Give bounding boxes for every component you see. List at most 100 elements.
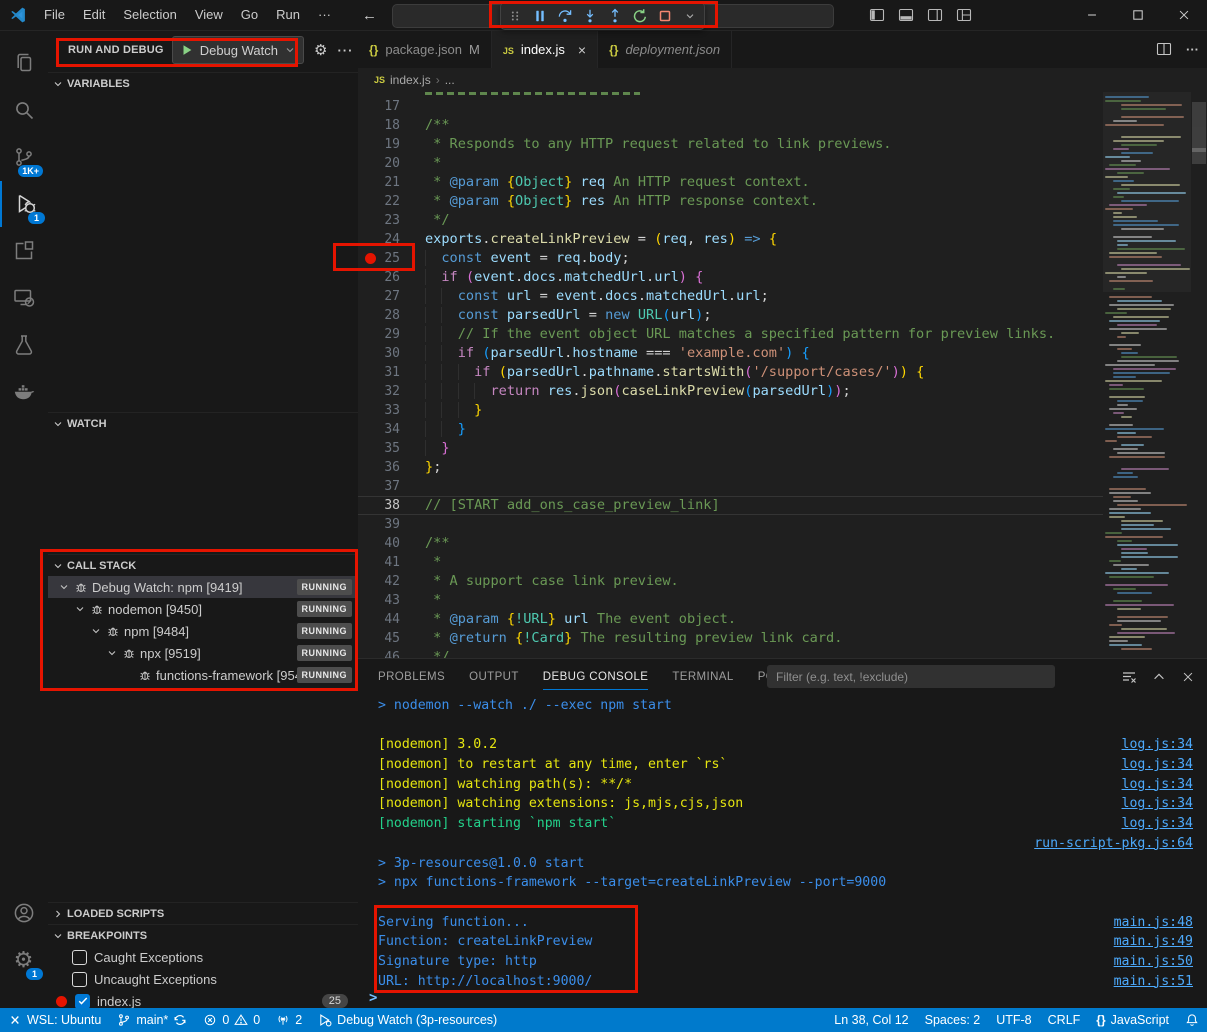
maximize-panel-icon[interactable] xyxy=(1152,670,1166,684)
code-line-17[interactable]: 17 xyxy=(358,97,1103,116)
menu-Selection[interactable]: Selection xyxy=(114,0,185,30)
gutter[interactable]: 44 xyxy=(358,610,425,629)
code-line-31[interactable]: 31 if (parsedUrl.pathname.startsWith('/s… xyxy=(358,363,1103,382)
close-tab-icon[interactable]: × xyxy=(578,43,586,57)
launch-config-dropdown[interactable]: Debug Watch xyxy=(172,36,304,64)
gutter[interactable]: 43 xyxy=(358,591,425,610)
panel-tab-output[interactable]: OUTPUT xyxy=(469,659,519,694)
breakpoint-row[interactable]: Caught Exceptions xyxy=(48,946,358,968)
activity-run-and-debug[interactable]: 1 xyxy=(0,181,49,227)
code-line-28[interactable]: 28 const parsedUrl = new URL(url); xyxy=(358,306,1103,325)
gutter[interactable]: 32 xyxy=(358,382,425,401)
code-line-19[interactable]: 19 * Responds to any HTTP request relate… xyxy=(358,135,1103,154)
step-into-button[interactable] xyxy=(581,6,599,26)
gutter[interactable]: 23 xyxy=(358,211,425,230)
gutter[interactable]: 28 xyxy=(358,306,425,325)
statusbar-eol[interactable]: CRLF xyxy=(1040,1008,1089,1032)
panel-tab-terminal[interactable]: TERMINAL xyxy=(672,659,733,694)
menu-View[interactable]: View xyxy=(186,0,232,30)
panel-tab-debug-console[interactable]: DEBUG CONSOLE xyxy=(543,659,649,694)
scrollbar-thumb[interactable] xyxy=(1192,102,1206,164)
gutter[interactable]: 19 xyxy=(358,135,425,154)
section-breakpoints[interactable]: BREAKPOINTS xyxy=(48,924,358,947)
breakpoint-checkbox[interactable] xyxy=(72,950,87,965)
gutter[interactable]: 21 xyxy=(358,173,425,192)
menu-Run[interactable]: Run xyxy=(267,0,309,30)
step-over-button[interactable] xyxy=(556,6,574,26)
activity-explorer[interactable] xyxy=(0,40,47,86)
activity-docker[interactable] xyxy=(0,369,47,415)
gutter[interactable]: 40 xyxy=(358,534,425,553)
statusbar-branch-status[interactable]: main* xyxy=(109,1008,195,1032)
source-link[interactable]: main.js:51 xyxy=(1114,972,1193,992)
stop-button[interactable] xyxy=(656,6,674,26)
code-line-37[interactable]: 37 xyxy=(358,477,1103,496)
code-line-39[interactable]: 39 xyxy=(358,515,1103,534)
section-loaded-scripts[interactable]: LOADED SCRIPTS xyxy=(48,902,358,925)
code-line-22[interactable]: 22 * @param {Object} res An HTTP respons… xyxy=(358,192,1103,211)
code-line-45[interactable]: 45 * @return {!Card} The resulting previ… xyxy=(358,629,1103,648)
gutter[interactable]: 24 xyxy=(358,230,425,249)
code-line-33[interactable]: 33 } xyxy=(358,401,1103,420)
clear-console-icon[interactable] xyxy=(1121,669,1137,685)
activity-remote-explorer[interactable] xyxy=(0,275,47,321)
gutter[interactable]: 26 xyxy=(358,268,425,287)
debug-settings-gear-icon[interactable]: ⚙ xyxy=(314,41,327,59)
gutter[interactable]: 39 xyxy=(358,515,425,534)
breakpoint-row[interactable]: index.js 25 xyxy=(48,990,358,1008)
code-line-34[interactable]: 34 } xyxy=(358,420,1103,439)
breakpoint-row[interactable]: Uncaught Exceptions xyxy=(48,968,358,990)
code-line-36[interactable]: 36 }; xyxy=(358,458,1103,477)
gutter[interactable]: 37 xyxy=(358,477,425,496)
activity-search[interactable] xyxy=(0,87,47,133)
close-button[interactable] xyxy=(1161,0,1207,30)
code-line-35[interactable]: 35 } xyxy=(358,439,1103,458)
toggle-panel-icon[interactable] xyxy=(898,7,914,23)
statusbar-language-mode[interactable]: {}JavaScript xyxy=(1088,1008,1177,1032)
gutter[interactable]: 33 xyxy=(358,401,425,420)
breakpoint-checkbox[interactable] xyxy=(75,994,90,1009)
source-link[interactable]: main.js:50 xyxy=(1114,952,1193,972)
statusbar-remote-indicator[interactable]: WSL: Ubuntu xyxy=(0,1008,109,1032)
statusbar-notifications[interactable] xyxy=(1177,1008,1207,1032)
gutter[interactable]: 42 xyxy=(358,572,425,591)
gutter[interactable]: 45 xyxy=(358,629,425,648)
menu-File[interactable]: File xyxy=(35,0,74,30)
code-line-20[interactable]: 20 * xyxy=(358,154,1103,173)
code-line-18[interactable]: 18 /** xyxy=(358,116,1103,135)
code-line-46[interactable]: 46 */ xyxy=(358,648,1103,658)
activity-extensions[interactable] xyxy=(0,228,47,274)
tab-index.js[interactable]: JS index.js × xyxy=(492,30,598,68)
close-panel-icon[interactable] xyxy=(1181,670,1195,684)
statusbar-debug-status[interactable]: Debug Watch (3p-resources) xyxy=(310,1008,505,1032)
activity-source-control[interactable]: 1K+ xyxy=(0,134,47,180)
code-line-42[interactable]: 42 * A support case link preview. xyxy=(358,572,1103,591)
code-line-25[interactable]: 25 const event = req.body; xyxy=(358,249,1103,268)
gutter[interactable]: 31 xyxy=(358,363,425,382)
menu-Edit[interactable]: Edit xyxy=(74,0,114,30)
gutter[interactable]: 34 xyxy=(358,420,425,439)
activity-accounts[interactable] xyxy=(0,890,47,936)
split-editor-icon[interactable] xyxy=(1156,41,1172,57)
call-stack-session[interactable]: npm [9484] RUNNING xyxy=(48,620,358,642)
gutter[interactable]: 27 xyxy=(358,287,425,306)
source-link[interactable]: log.js:34 xyxy=(1122,814,1193,834)
source-link[interactable]: log.js:34 xyxy=(1122,735,1193,755)
chevron-down-button[interactable] xyxy=(681,6,699,26)
toggle-secondary-sidebar-icon[interactable] xyxy=(927,7,943,23)
source-link[interactable]: log.js:34 xyxy=(1122,794,1193,814)
gutter[interactable]: 30 xyxy=(358,344,425,363)
debug-console-prompt[interactable]: > xyxy=(369,990,377,1008)
code-line-23[interactable]: 23 */ xyxy=(358,211,1103,230)
go-back-icon[interactable]: ← xyxy=(362,7,377,24)
toolbar-grip-handle[interactable] xyxy=(506,6,524,26)
code-line-30[interactable]: 30 if (parsedUrl.hostname === 'example.c… xyxy=(358,344,1103,363)
call-stack-session[interactable]: functions-framework [954... RUNNING xyxy=(48,664,358,686)
gutter[interactable]: 41 xyxy=(358,553,425,572)
code-line-44[interactable]: 44 * @param {!URL} url The event object. xyxy=(358,610,1103,629)
start-debug-icon[interactable] xyxy=(180,43,194,57)
breakpoint-checkbox[interactable] xyxy=(72,972,87,987)
call-stack-session[interactable]: npx [9519] RUNNING xyxy=(48,642,358,664)
source-link[interactable]: log.js:34 xyxy=(1122,755,1193,775)
code-line-26[interactable]: 26 if (event.docs.matchedUrl.url) { xyxy=(358,268,1103,287)
